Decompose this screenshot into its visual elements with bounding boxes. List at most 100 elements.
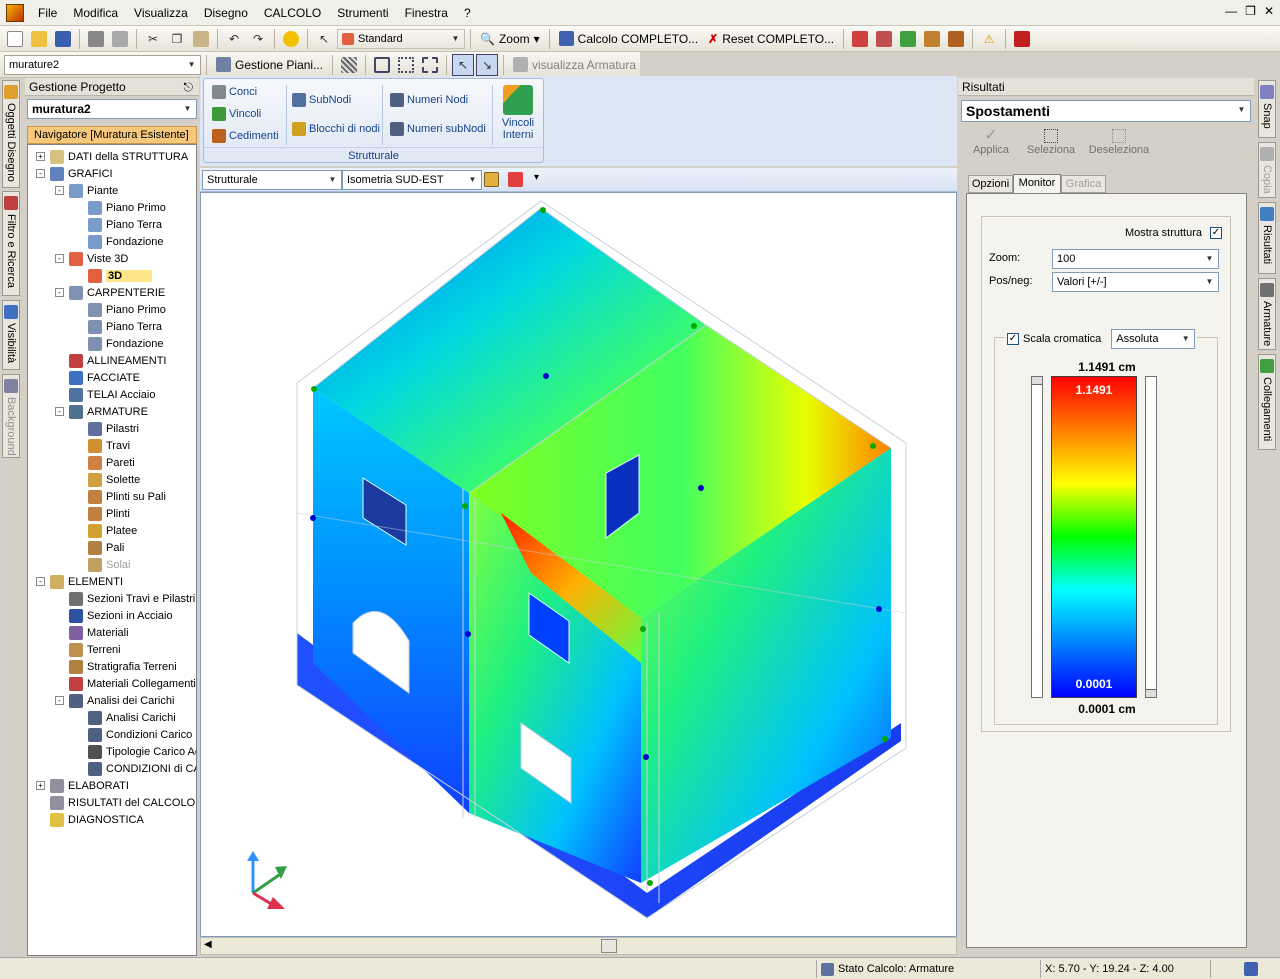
seleziona-button[interactable]: Seleziona [1021, 128, 1081, 156]
legend-left-slider[interactable] [1031, 376, 1043, 698]
tree-item[interactable]: CONDIZIONI di CAI [88, 760, 196, 777]
select-cross-icon[interactable] [419, 54, 441, 76]
redo-icon[interactable]: ↷ [247, 28, 269, 50]
mostra-struttura-checkbox[interactable]: ✓ [1210, 227, 1222, 239]
tree-item[interactable]: RISULTATI del CALCOLO [50, 794, 195, 811]
menu-help[interactable]: ? [456, 1, 479, 25]
tree-item[interactable]: ELABORATI [50, 777, 129, 794]
zoom-button[interactable]: 🔍 Zoom ▾ [476, 28, 544, 50]
menu-visualizza[interactable]: Visualizza [126, 1, 196, 25]
close-icon[interactable]: ✕ [1264, 4, 1274, 18]
tree-expander[interactable]: + [36, 781, 45, 790]
tree-expander[interactable]: + [36, 152, 45, 161]
3d-viewport[interactable] [200, 192, 957, 937]
tab-opzioni[interactable]: Opzioni [968, 175, 1013, 193]
preview-icon[interactable] [109, 28, 131, 50]
tree-expander[interactable]: - [36, 169, 45, 178]
menu-strumenti[interactable]: Strumenti [329, 1, 396, 25]
subnodi-button[interactable]: SubNodi [292, 93, 351, 107]
tree-item[interactable]: Piano Primo [88, 301, 166, 318]
viewport-hscrollbar[interactable]: ◀ [200, 937, 957, 955]
reset-completo-button[interactable]: ✗ Reset COMPLETO... [704, 28, 838, 50]
zoom-combo[interactable]: 100 ▼ [1052, 249, 1219, 269]
tree-item[interactable]: TELAI Acciaio [69, 386, 155, 403]
view-settings-icon[interactable] [484, 172, 499, 187]
tree-item[interactable]: Fondazione [88, 335, 164, 352]
tab-collegamenti[interactable]: Collegamenti [1258, 354, 1276, 450]
legend-right-handle[interactable] [1146, 689, 1156, 697]
minimize-icon[interactable]: — [1225, 4, 1237, 18]
copy-icon[interactable]: ❐ [166, 28, 188, 50]
tree-item[interactable]: Pareti [88, 454, 135, 471]
tree-item[interactable]: Tipologie Carico Ac [88, 743, 196, 760]
tree-expander[interactable]: - [55, 407, 64, 416]
tab-visibilita[interactable]: Visibilità [2, 300, 20, 370]
tab-grafica[interactable]: Grafica [1061, 175, 1106, 193]
tab-copia[interactable]: Copia [1258, 142, 1276, 198]
scala-mode-combo[interactable]: Assoluta ▼ [1111, 329, 1196, 349]
tree-item[interactable]: Analisi Carichi [88, 709, 176, 726]
tree-item[interactable]: Materiali [69, 624, 129, 641]
tree-item[interactable]: Pilastri [88, 420, 139, 437]
scroll-thumb[interactable] [601, 939, 617, 953]
tree-item[interactable]: Platee [88, 522, 137, 539]
tree-item[interactable]: Materiali Collegamenti [69, 675, 196, 692]
tree-item[interactable]: Pali [88, 539, 124, 556]
tree-item[interactable]: Sezioni in Acciaio [69, 607, 173, 624]
legend-right-slider[interactable] [1145, 376, 1157, 698]
tree-item[interactable]: CARPENTERIE [69, 284, 165, 301]
tree-item[interactable]: Piante [69, 182, 118, 199]
blocchi-nodi-button[interactable]: Blocchi di nodi [292, 122, 380, 136]
vincoli-interni-button[interactable]: Vincoli Interni [498, 85, 538, 141]
tree-item[interactable]: ARMATURE [69, 403, 148, 420]
tab-armature[interactable]: Armature [1258, 278, 1276, 350]
undo-icon[interactable]: ↶ [223, 28, 245, 50]
tree-expander[interactable]: - [55, 254, 64, 263]
tree-expander[interactable]: - [55, 696, 64, 705]
tree-item[interactable]: Condizioni Carico U [88, 726, 196, 743]
menu-finestra[interactable]: Finestra [397, 1, 456, 25]
cedimenti-button[interactable]: Cedimenti [212, 129, 279, 143]
tree-item[interactable]: DATI della STRUTTURA [50, 148, 188, 165]
tab-oggetti-disegno[interactable]: Oggetti Disegno [2, 80, 20, 188]
tree-item[interactable]: Piano Primo [88, 199, 166, 216]
calcolo-completo-button[interactable]: Calcolo COMPLETO... [555, 28, 702, 50]
project-selector[interactable]: muratura2 ▼ [27, 99, 197, 119]
tab-filtro-ricerca[interactable]: Filtro e Ricerca [2, 191, 20, 296]
numeri-subnodi-button[interactable]: Numeri subNodi [390, 122, 486, 136]
pdf-icon[interactable] [1011, 28, 1033, 50]
tree-item[interactable]: Plinti [88, 505, 130, 522]
view-more-icon[interactable]: ▾ [534, 172, 539, 183]
snap-end-icon[interactable]: ↖ [452, 53, 474, 76]
vincoli-button[interactable]: Vincoli [212, 107, 261, 121]
style-combo[interactable]: Standard ▼ [337, 28, 465, 49]
pin-icon[interactable]: ⎋ [184, 78, 194, 96]
tree-expander[interactable]: - [36, 577, 45, 586]
help-icon[interactable] [280, 28, 302, 50]
applica-button[interactable]: ✓ Applica [965, 128, 1017, 157]
menu-disegno[interactable]: Disegno [196, 1, 256, 25]
legend-left-handle[interactable] [1032, 377, 1042, 385]
menu-calcolo[interactable]: CALCOLO [256, 1, 329, 25]
tree-item[interactable]: Stratigrafia Terreni [69, 658, 177, 675]
delete-results-icon[interactable] [849, 28, 871, 50]
menu-file[interactable]: File [30, 1, 65, 25]
delete-reinf-icon[interactable] [873, 28, 895, 50]
scala-cromatica-checkbox[interactable]: ✓ [1007, 333, 1019, 345]
tree-item[interactable]: Piano Terra [88, 318, 162, 335]
tree-item[interactable]: DIAGNOSTICA [50, 811, 144, 828]
tree-item[interactable]: Analisi dei Carichi [69, 692, 174, 709]
tree-item[interactable]: Sezioni Travi e Pilastri [69, 590, 195, 607]
conci-button[interactable]: Conci [212, 85, 257, 99]
visualizza-armatura-button[interactable]: visualizza Armatura [509, 54, 640, 76]
menu-modifica[interactable]: Modifica [65, 1, 126, 25]
tree-item[interactable]: 3D [88, 267, 153, 284]
tab-background[interactable]: Background [2, 374, 20, 458]
tree-expander[interactable]: - [55, 186, 64, 195]
tree-item[interactable]: ALLINEAMENTI [69, 352, 166, 369]
tab-risultati[interactable]: Risultati [1258, 202, 1276, 274]
restore-icon[interactable]: ❐ [1245, 4, 1256, 18]
export-icon[interactable] [945, 28, 967, 50]
tree-item[interactable]: Viste 3D [69, 250, 128, 267]
posneg-combo[interactable]: Valori [+/-] ▼ [1052, 272, 1219, 292]
